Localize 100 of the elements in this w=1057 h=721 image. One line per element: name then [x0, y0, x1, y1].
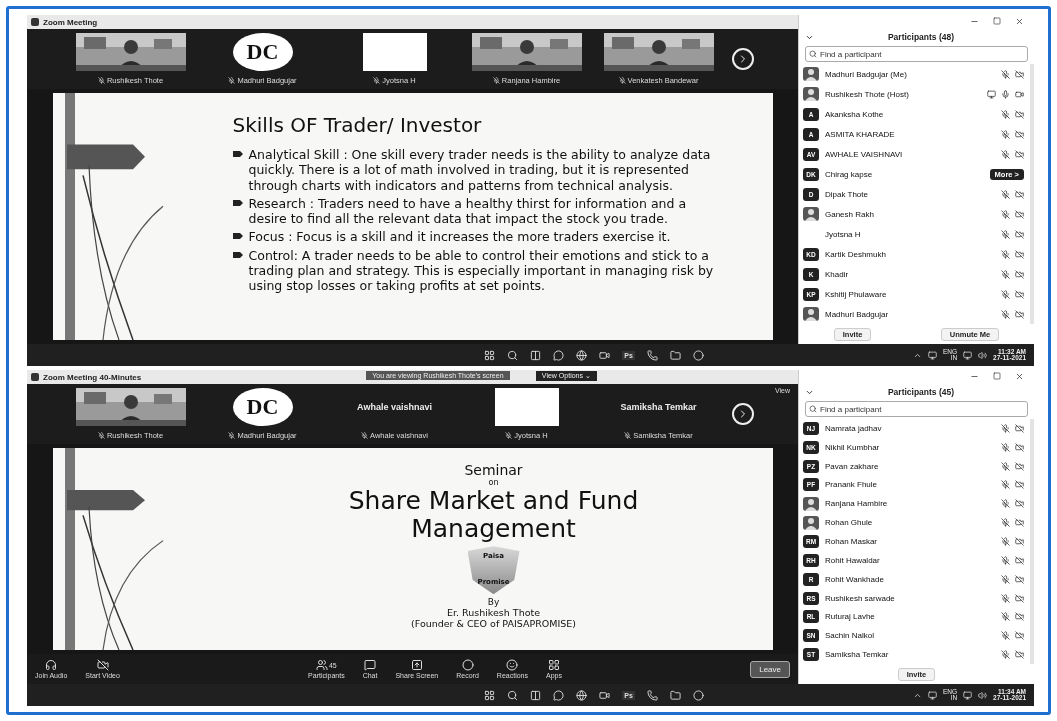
participant-name: Ruturaj Lavhe [825, 612, 876, 622]
mic-off-icon [1001, 518, 1010, 528]
slide-title: Share Market and Fund Management [347, 487, 640, 544]
video-off-icon [1015, 499, 1024, 509]
mic-off-icon [1001, 442, 1010, 452]
participant-name: Jyotsna H [825, 229, 862, 239]
participant-name: Madhuri Badgujar (Me) [825, 69, 908, 79]
next-button[interactable] [731, 403, 754, 425]
mic-off-icon [1001, 650, 1010, 660]
windows-icon[interactable] [484, 689, 496, 701]
author-role: (Founder & CEO of PAISAPROMISE) [411, 618, 576, 630]
search-icon [809, 405, 817, 413]
bullet-text: Focus : Focus is a skill and it increases the more traders exercise it. [248, 229, 672, 245]
participant-name: Kartik Deshmukh [825, 249, 887, 259]
maximize-icon[interactable] [993, 372, 1001, 380]
apps-icon [547, 659, 560, 671]
monitor-icon[interactable] [928, 350, 937, 360]
mic-off-icon [1001, 480, 1010, 490]
zoom-icon [31, 18, 39, 26]
folder-icon[interactable] [669, 689, 681, 701]
search-icon[interactable] [507, 349, 519, 361]
video-off-icon [1015, 309, 1024, 319]
logo: DC [232, 33, 293, 71]
participant-name: Pavan zakhare [825, 461, 880, 471]
participant-name: Ranjana Hambire [825, 499, 889, 509]
display-icon[interactable] [963, 690, 973, 700]
mic-off-icon [1001, 574, 1010, 584]
video-off-icon [1015, 229, 1024, 239]
volume-icon[interactable] [978, 690, 988, 700]
bullet-text: Research : Traders need to have a healthy thirst for information and a desire to find all the relevant data that impact the stock you trade. [248, 195, 688, 227]
mic-off-icon [1001, 269, 1010, 279]
video-off-icon [1015, 442, 1024, 452]
slide-text: on [488, 478, 499, 488]
arrow-bullet-icon [232, 150, 243, 158]
bullet-text: Analytical Skill : One skill every trader needs is the ability to analyze data quickly. There is a lot of math involved in trading, but it is represented through charts with indicators and patterns from technical analysis. [248, 147, 712, 193]
video-off-icon [1015, 129, 1024, 139]
mic-off-icon [228, 77, 236, 84]
avatar-icon [803, 87, 819, 101]
video-off-icon [1015, 423, 1024, 433]
chat-icon [364, 659, 377, 671]
display-icon[interactable] [963, 350, 973, 360]
video-off-icon [1015, 593, 1024, 603]
phone-icon[interactable] [646, 349, 658, 361]
search-icon[interactable] [507, 689, 519, 701]
globe-icon[interactable] [576, 689, 588, 701]
circle-icon[interactable] [692, 349, 704, 361]
mic-off-icon [373, 77, 381, 84]
participant-name: Pranank Fhule [825, 480, 879, 490]
panel-title: Participants (48) [886, 32, 956, 42]
participant-name: Ganesh Rakh [825, 209, 875, 219]
close-icon[interactable] [1015, 17, 1024, 26]
participant-name: Samiksha Temkar [620, 402, 697, 412]
mic-off-icon [1001, 631, 1010, 641]
video-off-icon [1015, 612, 1024, 622]
chat-icon[interactable] [553, 349, 565, 361]
folder-icon[interactable] [669, 349, 681, 361]
video-off-icon [1015, 461, 1024, 471]
task-view-icon[interactable] [530, 349, 542, 361]
mic-off-icon [1001, 189, 1010, 199]
phone-icon[interactable] [646, 689, 658, 701]
mic-off-icon [97, 432, 105, 439]
video-off-icon [1015, 69, 1024, 79]
record-icon [461, 659, 474, 671]
video-off-icon [1015, 631, 1024, 641]
globe-icon[interactable] [576, 349, 588, 361]
windows-icon[interactable] [484, 349, 496, 361]
video-off-icon [1015, 149, 1024, 159]
maximize-icon[interactable] [993, 17, 1001, 25]
monitor-icon[interactable] [928, 690, 937, 700]
video-off-icon [1015, 109, 1024, 119]
headphones-icon [45, 659, 58, 671]
video-tile [362, 33, 427, 71]
next-button[interactable] [731, 48, 754, 70]
logo: DC [232, 388, 293, 426]
leave-button[interactable]: Leave [750, 660, 790, 678]
video-icon[interactable] [599, 349, 611, 361]
arrow-bullet-icon [232, 198, 243, 207]
participant-name: Nikhil Kumbhar [825, 442, 881, 452]
bullet-text: Control: A trader needs to be able to control their emotions and stick to a trading plan and strategy. This is especially important in managing risk by using stop losses or taking profits at set points. [248, 247, 715, 294]
mic-off-icon [1001, 537, 1010, 546]
participant-name: Rohit Hawaldar [825, 555, 881, 565]
task-view-icon[interactable] [530, 689, 542, 701]
share-screen-icon [410, 659, 423, 671]
participant-name: Awhale vaishnavi [357, 402, 432, 412]
search-field[interactable]: Find a participant [805, 46, 1028, 62]
video-icon[interactable] [599, 689, 611, 701]
close-icon[interactable] [1015, 372, 1024, 381]
circle-icon[interactable] [692, 689, 704, 701]
chat-icon[interactable] [553, 689, 565, 701]
avatar-icon [803, 207, 819, 221]
search-field[interactable]: Find a participant [805, 401, 1028, 417]
volume-icon[interactable] [978, 350, 988, 360]
participant-name: Madhuri Badgujar [825, 309, 890, 319]
participant-name: AWHALE VAISHNAVI [825, 149, 904, 159]
mic-off-icon [1001, 209, 1010, 219]
participant-name: Khadir [825, 269, 850, 279]
participant-name: Samiksha Temkar [825, 650, 890, 660]
participant-name: Chirag kapse [825, 169, 874, 179]
mic-off-icon [1001, 109, 1010, 119]
avatar-icon [803, 67, 819, 81]
